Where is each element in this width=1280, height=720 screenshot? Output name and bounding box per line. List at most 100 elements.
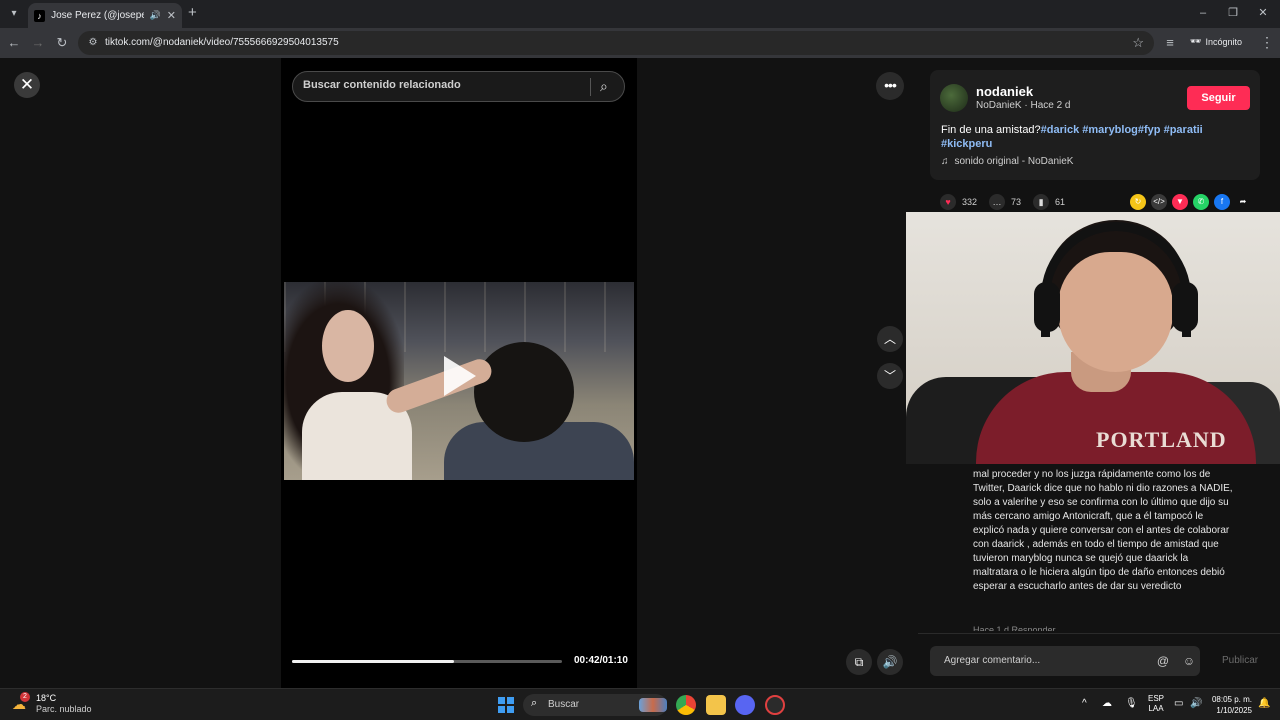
comment-count: 73 [1011, 197, 1022, 207]
taskbar-search-label: Buscar [548, 699, 580, 710]
send-icon[interactable]: ▼ [1172, 194, 1188, 210]
language-indicator[interactable]: ESP LAA [1148, 694, 1164, 714]
volume-button[interactable]: 🔊 [877, 649, 903, 675]
tray-chevron-icon[interactable]: ^ [1082, 698, 1087, 709]
tiktok-favicon-icon: ♪ [34, 9, 46, 22]
avatar[interactable] [940, 84, 968, 112]
sound-title: sonido original - NoDanieK [954, 156, 1074, 167]
headset-earcup [1172, 282, 1198, 332]
heart-icon[interactable]: ♥ [940, 194, 956, 210]
embed-icon[interactable]: </> [1151, 194, 1167, 210]
username[interactable]: nodaniek [976, 84, 1033, 99]
media-control-icon[interactable]: ≡ [1162, 35, 1178, 51]
follow-button[interactable]: Seguir [1187, 86, 1250, 110]
windows-start-icon[interactable] [498, 697, 514, 713]
emoji-icon[interactable]: ☺ [1181, 653, 1197, 669]
minimize-icon[interactable]: – [1196, 6, 1210, 20]
back-icon[interactable]: ← [6, 35, 22, 51]
forward-icon[interactable]: → [30, 35, 46, 51]
video-progress-bar[interactable] [292, 660, 562, 663]
notification-badge: 2 [20, 692, 30, 702]
whatsapp-icon[interactable]: ✆ [1193, 194, 1209, 210]
obs-icon[interactable] [765, 695, 785, 715]
url-text[interactable]: tiktok.com/@nodaniek/video/7555666929504… [105, 37, 339, 48]
play-icon[interactable] [444, 356, 476, 396]
search-icon[interactable]: ⌕ [600, 78, 616, 94]
search-icon: ⌕ [531, 697, 538, 709]
comment-composer: Agregar comentario... @ ☺ Publicar [918, 633, 1280, 688]
onedrive-icon[interactable]: ☁ [1102, 698, 1112, 709]
restore-icon[interactable]: ❐ [1226, 6, 1240, 20]
hashtag-link[interactable]: #kickperu [941, 138, 992, 150]
publish-button[interactable]: Publicar [1222, 655, 1258, 666]
browser-tab[interactable]: ♪ Jose Perez (@joseperez.05_ 🔊 ✕ [28, 3, 182, 28]
tab-close-icon[interactable]: ✕ [167, 9, 176, 22]
hashtag-link[interactable]: #fyp [1138, 124, 1161, 136]
floating-player-button[interactable]: ⧉ [846, 649, 872, 675]
language-code: ESP [1148, 694, 1165, 703]
search-input[interactable]: Buscar contenido relacionado [303, 79, 461, 91]
author-subline: NoDanieK · Hace 2 d [976, 100, 1071, 111]
file-explorer-icon[interactable] [706, 695, 726, 715]
save-stat[interactable]: ▮ 61 [1033, 194, 1065, 210]
previous-video-button[interactable]: ︿ [877, 326, 903, 352]
video-progress-fill [292, 660, 454, 663]
audio-playing-icon[interactable]: 🔊 [150, 10, 161, 21]
hashtag-link[interactable]: #darick [1041, 124, 1080, 136]
bookmark-star-icon[interactable]: ☆ [1132, 35, 1144, 51]
post-caption: Fin de una amistad?#darick #maryblog#fyp… [941, 123, 1241, 151]
search-highlight-icon[interactable] [639, 698, 667, 712]
video-time: 00:42/01:10 [574, 655, 628, 666]
comment-input[interactable]: Agregar comentario... @ ☺ [930, 646, 1200, 676]
tab-title: Jose Perez (@joseperez.05_ [51, 10, 143, 21]
system-clock[interactable]: 08:05 p. m. 1/10/2025 [1210, 694, 1252, 716]
like-count: 332 [962, 197, 978, 207]
weather-widget[interactable]: ☁ 2 18°C Parc. nublado [12, 692, 92, 715]
weather-temp: 18°C [36, 693, 57, 703]
chrome-icon[interactable] [676, 695, 696, 715]
reload-icon[interactable]: ↻ [54, 35, 70, 51]
comment-icon[interactable]: … [989, 194, 1006, 210]
window-close-icon[interactable]: ✕ [1256, 6, 1270, 20]
hashtag-link[interactable]: #maryblog [1082, 124, 1138, 136]
browser-tab-bar: ▾ ♪ Jose Perez (@joseperez.05_ 🔊 ✕ + – ❐… [0, 0, 1280, 28]
save-count: 61 [1055, 197, 1066, 207]
like-stat[interactable]: ♥ 332 [940, 194, 977, 210]
layout-code: LAA [1148, 704, 1164, 713]
network-icon[interactable]: ▭ [1174, 698, 1183, 709]
next-video-button[interactable]: ﹀ [877, 363, 903, 389]
volume-icon[interactable]: 🔊 [1190, 698, 1202, 709]
microphone-icon[interactable]: 🎙 [1125, 698, 1138, 709]
comment-body: mal proceder y no los juzga rápidamente … [973, 469, 1233, 592]
mention-icon[interactable]: @ [1155, 653, 1171, 669]
clock-time: 08:05 p. m. [1211, 695, 1252, 704]
discord-icon[interactable] [735, 695, 755, 715]
incognito-label: Incógnito [1205, 36, 1242, 47]
tab-search-icon[interactable]: ▾ [6, 6, 22, 22]
caption-text: Fin de una amistad? [941, 124, 1041, 136]
comment-placeholder: Agregar comentario... [944, 655, 1041, 666]
hashtag-link[interactable]: #paratii [1164, 124, 1203, 136]
weather-desc: Parc. nublado [36, 704, 92, 714]
browser-menu-icon[interactable]: ⋮ [1260, 34, 1274, 51]
site-info-icon[interactable]: ⚙ [86, 36, 100, 50]
share-arrow-icon[interactable]: ➦ [1235, 194, 1251, 210]
more-options-button[interactable]: ••• [876, 72, 904, 100]
video-frame[interactable] [284, 282, 634, 480]
related-search[interactable]: Buscar contenido relacionado ⌕ [292, 71, 625, 102]
notification-bell-icon[interactable]: 🔔 [1258, 698, 1270, 709]
windows-taskbar: ☁ 2 18°C Parc. nublado ⌕ Buscar ^ ☁ 🎙 ES… [0, 688, 1280, 720]
close-video-button[interactable]: ✕ [14, 72, 40, 98]
music-note-icon: ♫ [941, 156, 949, 167]
comment-meta: Hace 1 d Responder [973, 625, 1056, 631]
comment-stat[interactable]: … 73 [989, 194, 1021, 210]
address-bar[interactable]: ⚙ tiktok.com/@nodaniek/video/75556669295… [78, 31, 1154, 55]
webcam-shirt-text: PORTLAND [1096, 427, 1227, 452]
repost-icon[interactable]: ↻ [1130, 194, 1146, 210]
new-tab-icon[interactable]: + [188, 5, 202, 21]
incognito-indicator[interactable]: 🕶 Incógnito [1190, 36, 1242, 47]
engagement-stats: ♥ 332 … 73 ▮ 61 [940, 194, 1065, 210]
sound-link[interactable]: ♫ sonido original - NoDanieK [941, 156, 1073, 167]
bookmark-icon[interactable]: ▮ [1033, 194, 1050, 210]
facebook-icon[interactable]: f [1214, 194, 1230, 210]
